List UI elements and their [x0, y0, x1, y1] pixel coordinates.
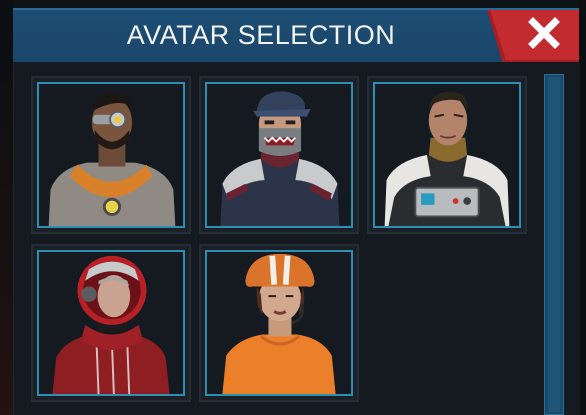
avatar-slot-2[interactable] [199, 76, 359, 234]
avatar-slot-4[interactable] [31, 244, 191, 402]
avatar-frame [205, 82, 353, 228]
avatar-slot-1[interactable] [31, 76, 191, 234]
close-button[interactable] [487, 10, 579, 64]
avatar-orange-helmet-woman-icon [207, 252, 351, 394]
avatar-helmet-woman-icon [39, 252, 183, 394]
avatar-goggles-man-icon [39, 84, 183, 226]
avatar-frame [37, 250, 185, 396]
avatar-slot-5[interactable] [199, 244, 359, 402]
avatar-frame [205, 250, 353, 396]
vertical-scrollbar[interactable] [544, 74, 564, 415]
avatar-pilot-man-icon [375, 84, 519, 226]
avatar-masked-soldier-icon [207, 84, 351, 226]
background-left-edge [0, 0, 14, 415]
close-x-icon [487, 10, 579, 64]
scrollbar-thumb[interactable] [548, 77, 560, 412]
dialog-header: AVATAR SELECTION [13, 8, 579, 64]
avatar-frame [37, 82, 185, 228]
avatar-frame [373, 82, 521, 228]
dialog-title: AVATAR SELECTION [126, 20, 396, 50]
avatar-slot-3[interactable] [367, 76, 527, 234]
avatar-panel [13, 62, 580, 415]
